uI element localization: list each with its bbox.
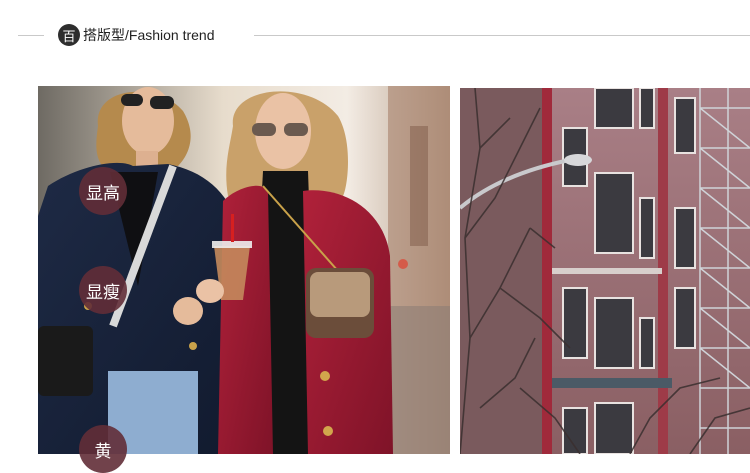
tag-yellow[interactable]: 黄 bbox=[79, 425, 127, 473]
section-badge: 百 bbox=[58, 24, 80, 46]
section-subtitle: /Fashion trend bbox=[125, 27, 215, 43]
brick-building-photo bbox=[460, 88, 750, 454]
section-title: 搭版型 bbox=[83, 28, 125, 44]
tag-show-slim[interactable]: 显瘦 bbox=[79, 266, 127, 314]
section-header: 百 搭版型 /Fashion trend bbox=[58, 23, 215, 47]
header-divider-left bbox=[18, 35, 44, 36]
header-divider-right bbox=[254, 35, 750, 36]
tag-show-tall[interactable]: 显高 bbox=[79, 167, 127, 215]
